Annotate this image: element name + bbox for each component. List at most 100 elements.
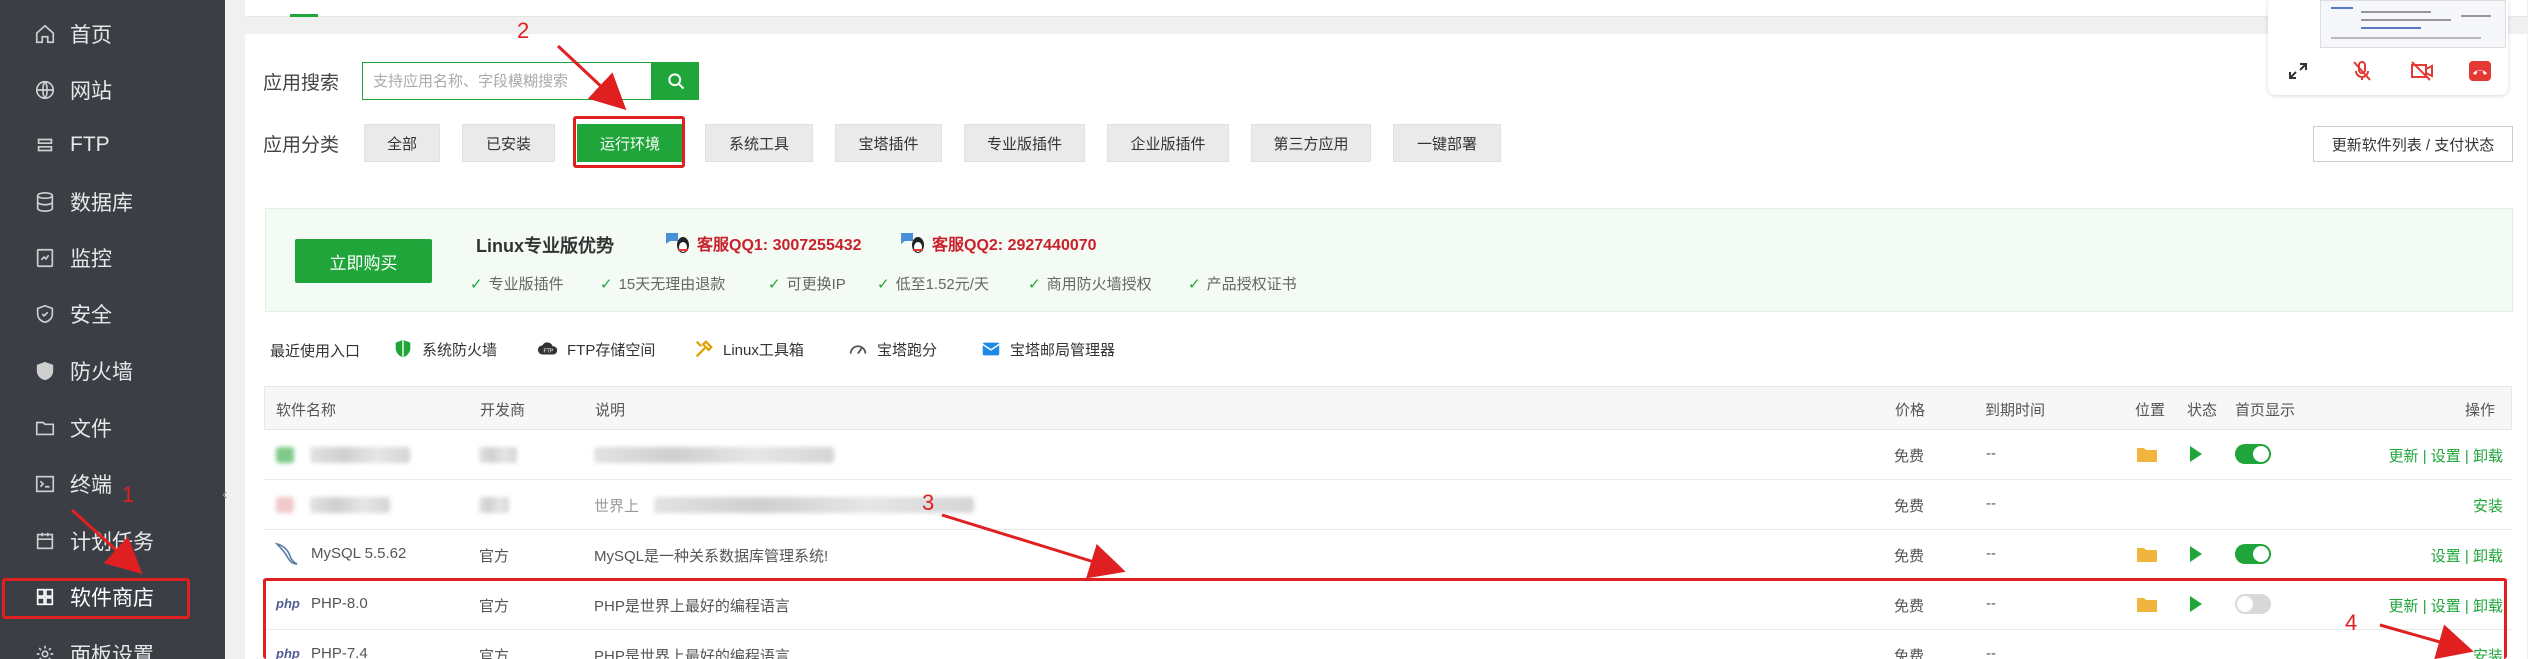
blurred-app-icon bbox=[276, 447, 294, 463]
folder-icon[interactable] bbox=[2136, 544, 2158, 564]
sidebar-item-terminal[interactable]: 终端 bbox=[0, 456, 225, 512]
promo-feature: ✓ 低至1.52元/天 bbox=[877, 275, 989, 294]
terminal-icon bbox=[34, 473, 56, 495]
qq2-contact[interactable]: 客服QQ2: 2927440070 bbox=[898, 230, 1097, 256]
promo-feature: ✓ 可更换IP bbox=[768, 275, 846, 294]
sidebar-item-monitor[interactable]: 监控 bbox=[0, 230, 225, 286]
sidebar-item-security[interactable]: 安全 bbox=[0, 286, 225, 342]
description: MySQL是一种关系数据库管理系统! bbox=[594, 548, 829, 565]
top-tab-strip bbox=[245, 0, 2527, 17]
sidebar-collapse-handle[interactable]: ‹ bbox=[222, 486, 230, 508]
category-label: 应用分类 bbox=[263, 135, 340, 156]
annotation-box-runtime bbox=[573, 116, 685, 168]
recent-system-firewall[interactable]: 系统防火墙 bbox=[392, 336, 497, 362]
camera-off-icon[interactable] bbox=[2410, 60, 2434, 82]
play-icon[interactable] bbox=[2190, 446, 2202, 462]
blurred-developer bbox=[479, 447, 517, 463]
category-third-party[interactable]: 第三方应用 bbox=[1251, 124, 1371, 162]
sidebar-item-files[interactable]: 文件 bbox=[0, 400, 225, 456]
sidebar-item-home[interactable]: 首页 bbox=[0, 6, 225, 62]
recent-ftp-storage[interactable]: FTP FTP存储空间 bbox=[537, 336, 655, 362]
row-actions[interactable]: 设置 | 卸载 bbox=[2431, 545, 2503, 566]
video-call-widget bbox=[2268, 0, 2508, 95]
shield-icon bbox=[34, 303, 56, 325]
hang-up-icon[interactable] bbox=[2468, 60, 2492, 82]
developer: 官方 bbox=[479, 548, 510, 565]
price: 免费 bbox=[1894, 448, 1925, 465]
category-system-tools[interactable]: 系统工具 bbox=[705, 124, 813, 162]
category-pro-plugins[interactable]: 专业版插件 bbox=[964, 124, 1085, 162]
sidebar-item-cron[interactable]: 计划任务 bbox=[0, 513, 225, 569]
play-icon[interactable] bbox=[2190, 546, 2202, 562]
category-all[interactable]: 全部 bbox=[364, 124, 440, 162]
col-location: 位置 bbox=[2135, 402, 2166, 419]
col-description: 说明 bbox=[595, 402, 626, 419]
folder-icon bbox=[34, 417, 56, 439]
search-button[interactable] bbox=[652, 62, 699, 100]
search-field[interactable] bbox=[362, 62, 652, 100]
buy-now-button[interactable]: 立即购买 bbox=[295, 239, 432, 283]
blurred-app-name bbox=[310, 497, 390, 513]
sidebar-item-label: 数据库 bbox=[70, 192, 133, 215]
sidebar-item-label: 计划任务 bbox=[70, 531, 154, 554]
sidebar: 首页 网站 FTP 数据库 监控 安全 防火墙 文件 终端 计划任务 软件商店 bbox=[0, 0, 225, 659]
row-actions[interactable]: 更新 | 设置 | 卸载 bbox=[2389, 445, 2503, 466]
sidebar-item-settings[interactable]: 面板设置 bbox=[0, 626, 225, 659]
category-installed[interactable]: 已安装 bbox=[462, 124, 555, 162]
promo-feature: ✓ 产品授权证书 bbox=[1188, 275, 1297, 294]
database-icon bbox=[34, 191, 56, 213]
pro-promo-banner bbox=[265, 208, 2513, 312]
col-price: 价格 bbox=[1895, 402, 1926, 419]
app-name: MySQL 5.5.62 bbox=[311, 545, 407, 562]
check-icon: ✓ bbox=[470, 275, 483, 293]
fullscreen-icon[interactable] bbox=[2286, 60, 2310, 82]
sidebar-item-website[interactable]: 网站 bbox=[0, 62, 225, 118]
sidebar-item-firewall[interactable]: 防火墙 bbox=[0, 343, 225, 399]
gauge-icon bbox=[849, 345, 867, 355]
update-software-list-button[interactable]: 更新软件列表 / 支付状态 bbox=[2313, 126, 2513, 162]
price: 免费 bbox=[1894, 548, 1925, 565]
table-row: 免费 -- 更新 | 设置 | 卸载 bbox=[264, 430, 2512, 480]
category-bt-plugins[interactable]: 宝塔插件 bbox=[835, 124, 942, 162]
expire: -- bbox=[1986, 545, 1996, 562]
tools-icon bbox=[695, 340, 713, 358]
recent-linux-toolbox[interactable]: Linux工具箱 bbox=[693, 336, 804, 362]
qq1-text: 客服QQ1: 3007255432 bbox=[697, 237, 862, 254]
price: 免费 bbox=[1894, 498, 1925, 515]
recent-mail-server[interactable]: 宝塔邮局管理器 bbox=[980, 336, 1115, 362]
globe-icon bbox=[34, 79, 56, 101]
recent-benchmark[interactable]: 宝塔跑分 bbox=[847, 336, 937, 362]
sidebar-item-label: 面板设置 bbox=[70, 644, 154, 659]
qq1-contact[interactable]: 客服QQ1: 3007255432 bbox=[663, 230, 862, 256]
category-one-click-deploy[interactable]: 一键部署 bbox=[1393, 124, 1501, 162]
annotation-number: 4 bbox=[2345, 610, 2358, 635]
qq-icon bbox=[666, 233, 689, 253]
search-label: 应用搜索 bbox=[263, 73, 340, 94]
shield-icon bbox=[395, 339, 411, 358]
sidebar-item-database[interactable]: 数据库 bbox=[0, 174, 225, 230]
promo-feature: ✓ 15天无理由退款 bbox=[600, 275, 726, 294]
annotation-number: 3 bbox=[922, 490, 935, 515]
search-input[interactable] bbox=[363, 63, 651, 99]
blurred-description bbox=[594, 447, 834, 463]
col-developer: 开发商 bbox=[480, 402, 526, 419]
sidebar-item-label: 终端 bbox=[70, 474, 112, 497]
calendar-icon bbox=[34, 530, 56, 552]
sidebar-item-label: 网站 bbox=[70, 80, 112, 103]
expire: -- bbox=[1986, 495, 1996, 512]
category-enterprise-plugins[interactable]: 企业版插件 bbox=[1107, 124, 1229, 162]
check-icon: ✓ bbox=[1188, 275, 1201, 293]
folder-icon[interactable] bbox=[2136, 444, 2158, 464]
homepage-toggle[interactable] bbox=[2235, 444, 2271, 464]
svg-text:FTP: FTP bbox=[543, 349, 553, 355]
homepage-toggle[interactable] bbox=[2235, 544, 2271, 564]
search-icon bbox=[667, 73, 684, 90]
check-icon: ✓ bbox=[877, 275, 890, 293]
install-link[interactable]: 安装 bbox=[2473, 495, 2503, 516]
mic-off-icon[interactable] bbox=[2350, 60, 2374, 82]
sidebar-item-ftp[interactable]: FTP bbox=[0, 117, 225, 173]
home-icon bbox=[34, 23, 56, 45]
sidebar-item-label: 首页 bbox=[70, 24, 112, 47]
ftp-cloud-icon: FTP bbox=[537, 342, 558, 355]
annotation-box-php-rows bbox=[263, 578, 2507, 659]
